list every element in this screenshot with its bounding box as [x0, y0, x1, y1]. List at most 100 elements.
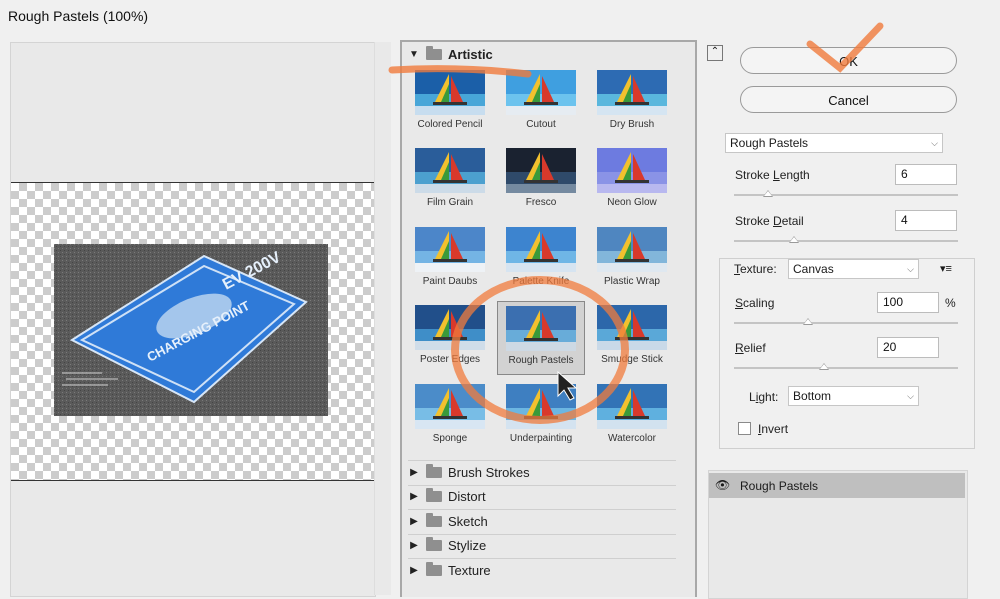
thumbnail-label: Film Grain — [426, 197, 474, 208]
relief-label: Relief — [735, 341, 766, 355]
stroke-detail-slider[interactable] — [734, 236, 958, 243]
relief-slider[interactable] — [734, 363, 958, 370]
category-label: Sketch — [448, 513, 488, 529]
category-row[interactable]: ▶ Sketch — [408, 510, 488, 532]
expanded-triangle-icon: ▼ — [409, 48, 419, 60]
slider-knob[interactable] — [762, 190, 773, 197]
thumbnail-label: Palette Knife — [512, 276, 570, 287]
cancel-button[interactable]: Cancel — [740, 86, 957, 113]
chevron-down-icon: ⌵ — [907, 264, 914, 274]
stroke-length-slider[interactable] — [734, 190, 958, 197]
folder-icon — [426, 561, 442, 576]
thumbnail-image — [506, 148, 576, 193]
folder-icon — [426, 488, 442, 502]
slider-knob[interactable] — [802, 318, 813, 325]
folder-icon — [426, 537, 442, 551]
filter-thumbnail[interactable]: Plastic Wrap — [588, 223, 676, 297]
preview-image: EV 200V CHARGING POINT — [54, 244, 328, 416]
invert-checkbox[interactable] — [738, 422, 751, 435]
filter-thumbnail[interactable]: Fresco — [497, 144, 585, 218]
thumbnail-label: Poster Edges — [419, 354, 481, 365]
filter-thumbnail[interactable]: Underpainting — [497, 380, 585, 454]
thumbnail-label: Plastic Wrap — [604, 276, 660, 287]
category-label: Texture — [448, 562, 491, 578]
folder-icon — [426, 512, 442, 527]
thumbnail-label: Rough Pastels — [508, 355, 574, 366]
slider-knob[interactable] — [789, 236, 800, 243]
effect-layer-row[interactable]: 👁 Rough Pastels — [709, 473, 965, 498]
stroke-detail-input[interactable]: 4 — [895, 210, 957, 231]
light-label: Light: — [749, 390, 779, 404]
thumbnail-image — [597, 227, 667, 272]
eye-icon[interactable]: 👁 — [715, 478, 730, 492]
thumbnail-image — [415, 227, 485, 272]
light-select[interactable]: Bottom ⌵ — [788, 386, 919, 406]
thumbnail-image — [506, 384, 576, 429]
collapsed-triangle-icon: ▶ — [410, 491, 418, 502]
collapsed-triangle-icon: ▶ — [410, 540, 418, 551]
category-row[interactable]: ▶ Brush Strokes — [408, 461, 530, 483]
collapsed-triangle-icon: ▶ — [410, 515, 418, 527]
texture-menu-icon[interactable]: ▾≡ — [940, 262, 952, 275]
filter-select-value: Rough Pastels — [730, 136, 809, 150]
thumbnail-label: Smudge Stick — [601, 354, 663, 365]
stroke-detail-label: Stroke Detail — [735, 214, 804, 228]
folder-icon — [426, 45, 442, 60]
category-label: Brush Strokes — [448, 464, 530, 480]
thumbnail-image — [597, 305, 667, 350]
transparency-checkerboard: EV 200V CHARGING POINT — [11, 182, 375, 481]
category-label: Artistic — [448, 46, 493, 62]
light-select-value: Bottom — [793, 389, 832, 403]
thumbnail-image — [597, 70, 667, 115]
thumbnail-label: Sponge — [432, 433, 468, 444]
filter-thumbnail[interactable]: Dry Brush — [588, 66, 676, 140]
texture-label: Texture: — [734, 262, 777, 276]
stroke-length-input[interactable]: 6 — [895, 164, 957, 185]
ok-button[interactable]: OK — [740, 47, 957, 74]
thumbnail-image — [506, 70, 576, 115]
thumbnail-image — [506, 306, 576, 351]
texture-select-value: Canvas — [793, 262, 834, 276]
filter-thumbnail[interactable]: Neon Glow — [588, 144, 676, 218]
filter-thumbnail[interactable]: Paint Daubs — [406, 223, 494, 297]
texture-select[interactable]: Canvas ⌵ — [788, 259, 919, 279]
thumbnail-image — [415, 305, 485, 350]
filter-thumbnail[interactable]: Film Grain — [406, 144, 494, 218]
filter-thumbnail[interactable]: Colored Pencil — [406, 66, 494, 140]
filter-thumbnail[interactable]: Cutout — [497, 66, 585, 140]
category-artistic[interactable]: ▼ Artistic — [408, 43, 493, 65]
thumbnail-image — [506, 227, 576, 272]
scaling-slider[interactable] — [734, 318, 958, 325]
thumbnail-image — [415, 70, 485, 115]
filter-select[interactable]: Rough Pastels ⌵ — [725, 133, 943, 153]
thumbnail-label: Underpainting — [509, 433, 573, 444]
filter-gallery[interactable]: ▼ Artistic Colored Pencil Cutout Dry Brush… — [400, 40, 697, 597]
slider-knob[interactable] — [818, 363, 829, 370]
thumbnail-label: Neon Glow — [607, 197, 657, 208]
collapse-gallery-icon[interactable]: ⌃ — [707, 45, 723, 61]
filter-thumbnail[interactable]: Smudge Stick — [588, 301, 676, 375]
category-row[interactable]: ▶ Distort — [408, 486, 486, 508]
thumbnail-label: Cutout — [526, 119, 556, 130]
thumbnail-image — [415, 384, 485, 429]
relief-input[interactable]: 20 — [877, 337, 939, 358]
filter-thumbnail[interactable]: Rough Pastels — [497, 301, 585, 375]
thumbnail-label: Fresco — [525, 197, 557, 208]
thumbnail-image — [597, 384, 667, 429]
category-label: Stylize — [448, 538, 487, 553]
scaling-label: Scaling — [735, 296, 775, 310]
filter-thumbnail[interactable]: Palette Knife — [497, 223, 585, 297]
filter-thumbnail[interactable]: Watercolor — [588, 380, 676, 454]
thumbnail-image — [415, 148, 485, 193]
thumbnail-image — [597, 148, 667, 193]
chevron-down-icon: ⌵ — [931, 138, 938, 148]
invert-label: Invert — [758, 422, 789, 436]
filter-thumbnail[interactable]: Sponge — [406, 380, 494, 454]
stroke-length-label: Stroke Length — [735, 168, 810, 182]
category-row[interactable]: ▶ Stylize — [408, 535, 486, 557]
filter-preview-pane[interactable]: EV 200V CHARGING POINT — [10, 42, 376, 597]
preview-scrollbar[interactable] — [374, 42, 391, 595]
category-row[interactable]: ▶ Texture — [408, 559, 491, 581]
filter-thumbnail[interactable]: Poster Edges — [406, 301, 494, 375]
scaling-input[interactable]: 100 — [877, 292, 939, 313]
